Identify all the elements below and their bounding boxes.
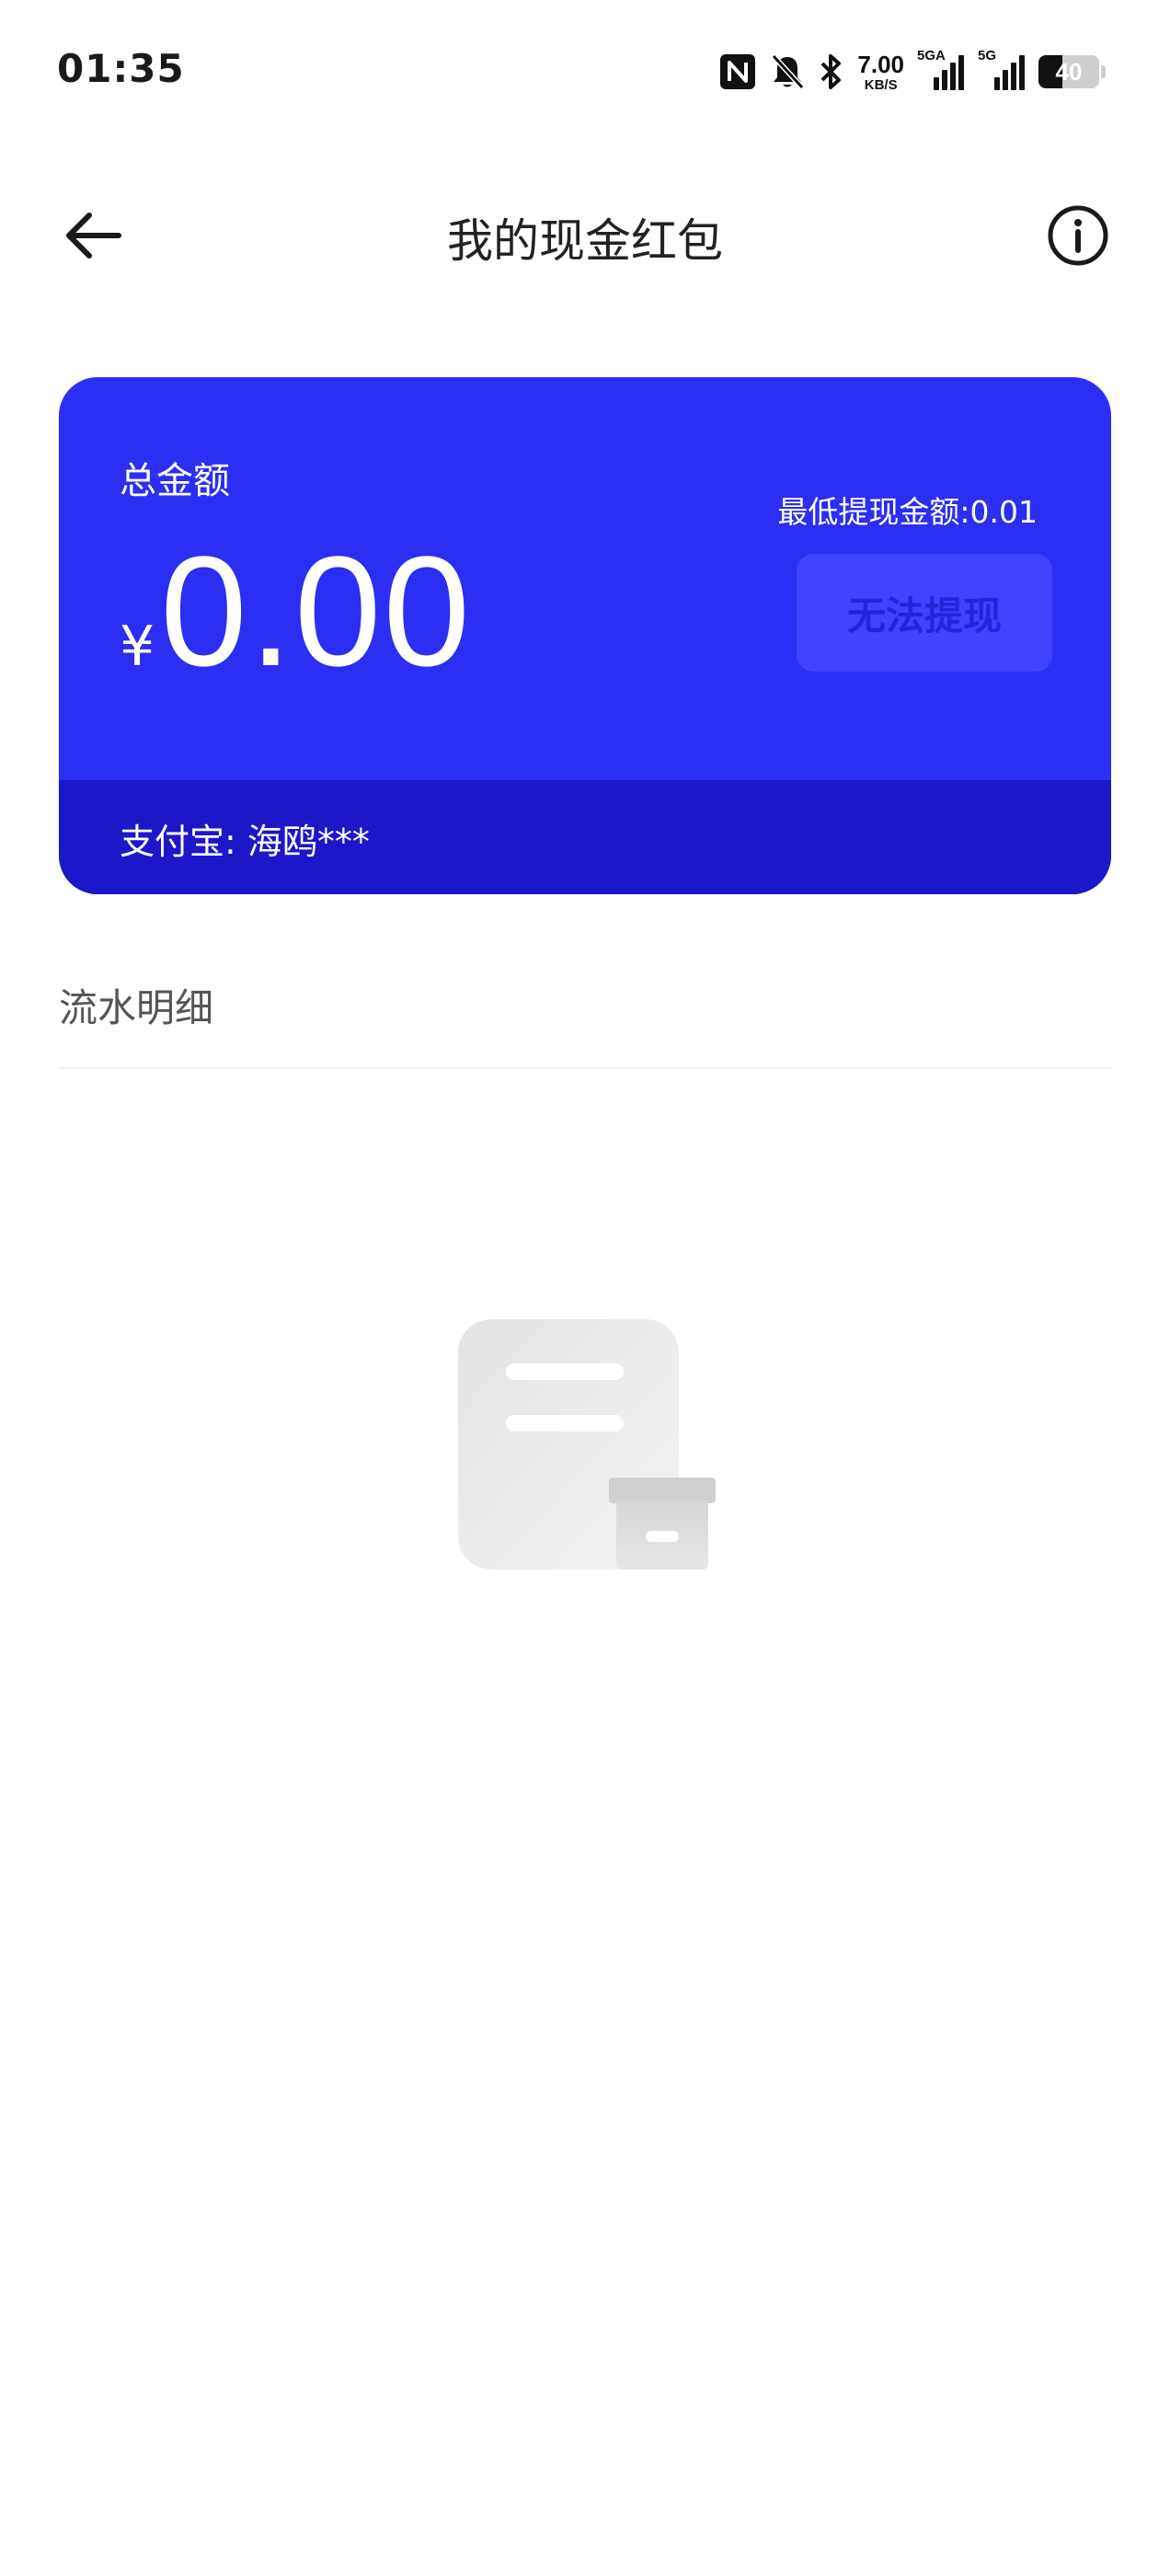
currency-symbol: ¥ [120,615,155,679]
network-speed-value: 7.00 [857,50,904,78]
min-withdraw-amount: 最低提现金额:0.01 [777,494,1038,530]
info-button[interactable] [1041,199,1115,272]
total-amount-value: 0.00 [160,524,473,699]
network-speed: 7.00 KB/S [857,52,904,92]
card-top: 总金额 ¥ 0.00 最低提现金额:0.01 无法提现 [59,377,1111,780]
status-bar: 01:35 7.00 KB/S 5GA 5G 40 [0,0,1170,147]
total-amount-label: 总金额 [120,460,230,502]
card-account-bar: 支付宝: 海鸥*** [59,780,1111,894]
alipay-account: 支付宝: 海鸥*** [120,822,370,862]
amount-row: ¥ 0.00 [120,534,472,690]
info-icon [1048,205,1108,266]
divider [59,1067,1111,1069]
nfc-icon [719,53,756,90]
empty-document-box-icon [454,1316,721,1573]
status-icons: 7.00 KB/S 5GA 5G 40 [719,48,1106,96]
status-time: 01:35 [57,46,185,91]
mute-bell-icon [769,52,806,91]
battery-level: 40 [1055,57,1083,86]
network-speed-unit: KB/S [864,76,898,93]
app-header: 我的现金红包 [0,166,1170,294]
battery-icon: 40 [1038,55,1099,88]
transaction-details-title: 流水明细 [59,985,214,1030]
cash-balance-card: 总金额 ¥ 0.00 最低提现金额:0.01 无法提现 支付宝: 海鸥*** [59,377,1111,894]
signal-icon: 5G [978,48,1026,92]
page-title: 我的现金红包 [447,214,723,268]
signal-icon: 5GA [917,48,965,92]
bluetooth-icon [819,52,844,91]
withdraw-button[interactable]: 无法提现 [797,554,1052,672]
